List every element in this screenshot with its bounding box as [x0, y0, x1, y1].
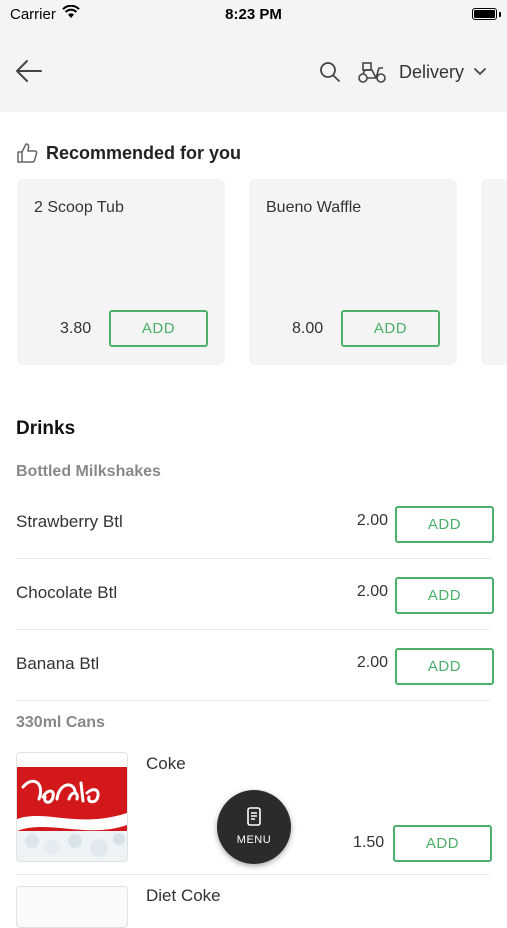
nav-bar: Delivery	[0, 30, 507, 112]
status-bar: Carrier 8:23 PM	[0, 0, 507, 30]
recommended-card[interactable]: Bueno Waffle 8.00 ADD	[249, 179, 457, 365]
delivery-selector[interactable]: Delivery	[357, 58, 487, 86]
divider	[16, 629, 490, 630]
subcategory-title: Bottled Milkshakes	[16, 463, 161, 480]
menu-item-price: 2.00	[356, 583, 388, 600]
menu-item-name: Strawberry Btl	[16, 512, 123, 531]
menu-fab-button[interactable]: MENU	[217, 790, 291, 864]
search-icon[interactable]	[318, 60, 342, 84]
divider	[16, 874, 490, 875]
diet-coke-image[interactable]	[16, 886, 128, 928]
add-button[interactable]: ADD	[393, 825, 492, 862]
clock: 8:23 PM	[225, 6, 282, 23]
card-item-name: Bueno Waffle	[266, 199, 362, 216]
back-arrow-icon[interactable]	[14, 58, 44, 84]
subcategory-title: 330ml Cans	[16, 714, 105, 731]
battery-icon	[472, 8, 497, 20]
delivery-label: Delivery	[399, 61, 465, 82]
menu-item-name: Coke	[146, 754, 186, 773]
card-item-price: 3.80	[60, 320, 92, 337]
recommended-card-peek[interactable]	[481, 179, 507, 365]
menu-item-name: Banana Btl	[16, 654, 100, 673]
divider	[16, 700, 490, 701]
card-item-price: 8.00	[292, 320, 324, 337]
recommended-card[interactable]: 2 Scoop Tub 3.80 ADD	[17, 179, 225, 365]
card-item-name: 2 Scoop Tub	[34, 199, 124, 216]
menu-item-price: 2.00	[356, 512, 388, 529]
divider	[16, 558, 490, 559]
menu-item-row[interactable]: Strawberry Btl 2.00 ADD	[16, 490, 494, 560]
menu-fab-label: MENU	[236, 834, 272, 846]
recommended-header: Recommended for you	[16, 142, 241, 164]
menu-item-row[interactable]: Banana Btl 2.00 ADD	[16, 632, 494, 702]
chevron-down-icon	[474, 68, 486, 76]
menu-item-name: Chocolate Btl	[16, 583, 118, 602]
recommended-title: Recommended for you	[46, 142, 242, 163]
menu-item-row[interactable]: Chocolate Btl 2.00 ADD	[16, 561, 494, 631]
add-button[interactable]: ADD	[341, 310, 440, 347]
category-heading-drinks: Drinks	[16, 418, 76, 439]
add-button[interactable]: ADD	[395, 506, 494, 543]
coke-can-image[interactable]	[16, 752, 128, 862]
menu-item-price: 2.00	[356, 654, 388, 671]
add-button[interactable]: ADD	[395, 577, 494, 614]
menu-item-price: 1.50	[353, 834, 385, 851]
add-button[interactable]: ADD	[109, 310, 208, 347]
battery-tip	[499, 12, 501, 17]
add-button[interactable]: ADD	[395, 648, 494, 685]
coke-can-illustration	[17, 753, 127, 861]
scooter-icon	[358, 62, 386, 83]
thumbs-up-icon	[17, 143, 38, 163]
menu-item-name: Diet Coke	[146, 886, 221, 905]
menu-book-icon	[247, 807, 261, 826]
